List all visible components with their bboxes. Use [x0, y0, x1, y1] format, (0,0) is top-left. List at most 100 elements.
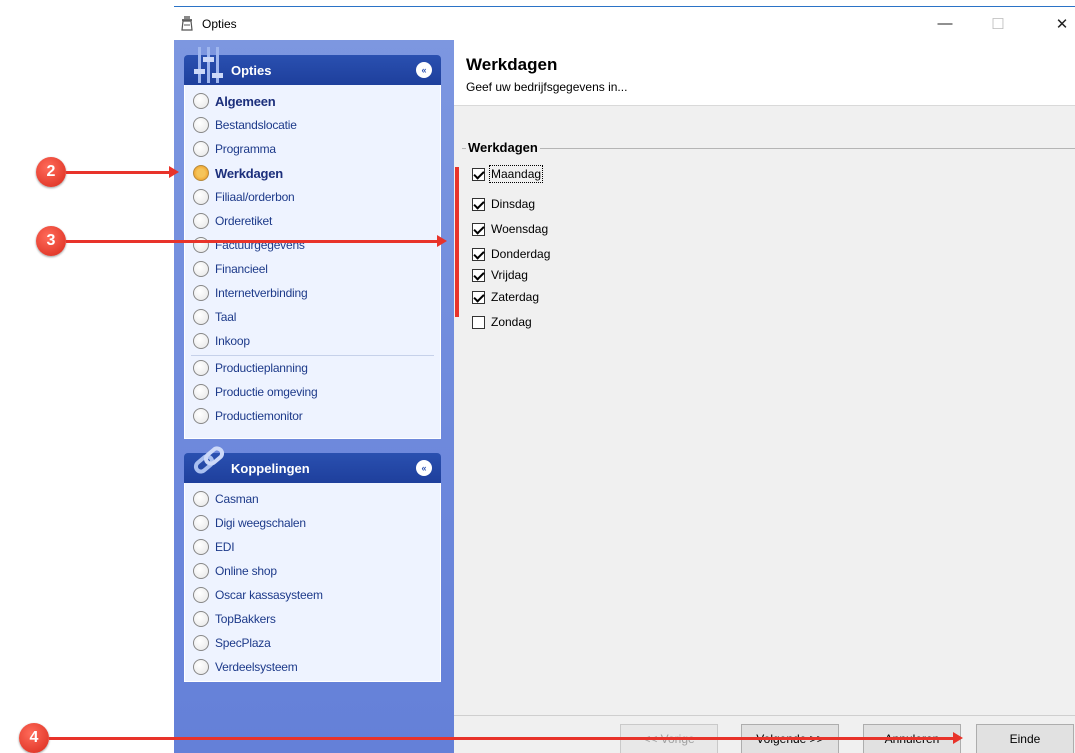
group-divider [462, 148, 1075, 149]
page-header: Werkdagen Geef uw bedrijfsgegevens in... [454, 40, 1075, 106]
sidebar-item-filiaal-orderbon[interactable]: Filiaal/orderbon [185, 185, 440, 209]
sidebar-item-digi-weegschalen[interactable]: Digi weegschalen [185, 511, 440, 535]
sidebar-item-productie-omgeving[interactable]: Productie omgeving [185, 380, 440, 404]
sidebar-item-topbakkers[interactable]: TopBakkers [185, 607, 440, 631]
sidebar-item-label: Orderetiket [215, 214, 273, 228]
sidebar-item-internetverbinding[interactable]: Internetverbinding [185, 281, 440, 305]
sidebar-item-label: Productie omgeving [215, 385, 318, 399]
sidebar-item-algemeen[interactable]: Algemeen [185, 89, 440, 113]
checkbox-donderdag[interactable]: Donderdag [472, 246, 550, 262]
checkbox-box[interactable] [472, 197, 485, 211]
sidebar-item-label: Verdeelsysteem [215, 660, 298, 674]
checkbox-box[interactable] [472, 268, 485, 282]
radio-icon[interactable] [193, 93, 209, 109]
checkbox-dinsdag[interactable]: Dinsdag [472, 196, 535, 212]
maximize-button[interactable]: ☐ [975, 7, 1021, 40]
minimize-button[interactable]: — [922, 7, 968, 40]
radio-icon[interactable] [193, 360, 209, 376]
sidebar-item-inkoop[interactable]: Inkoop [185, 329, 440, 353]
annotation-arrow-3 [66, 235, 447, 247]
workdays-group: Werkdagen Maandag Dinsdag Woensdag Donderda… [462, 140, 1075, 340]
annotation-bracket [455, 167, 459, 317]
radio-icon[interactable] [193, 141, 209, 157]
sidebar-item-label: Financieel [215, 262, 268, 276]
content-area: Werkdagen Geef uw bedrijfsgegevens in...… [454, 40, 1075, 753]
sliders-icon [194, 47, 223, 83]
radio-icon[interactable] [193, 539, 209, 555]
checkbox-box[interactable] [472, 290, 485, 304]
sidebar-item-productieplanning[interactable]: Productieplanning [185, 356, 440, 380]
checkbox-label: Maandag [488, 165, 544, 183]
radio-icon[interactable] [193, 285, 209, 301]
sidebar-item-label: Taal [215, 310, 237, 324]
radio-icon[interactable] [193, 408, 209, 424]
options-window: Opties — ☐ ✕ Opties « Algemeen Bestandslo… [174, 6, 1075, 753]
radio-icon[interactable] [193, 384, 209, 400]
sidebar-item-label: Productieplanning [215, 361, 308, 375]
sidebar-item-label: Oscar kassasysteem [215, 588, 323, 602]
collapse-icon[interactable]: « [416, 62, 432, 78]
sidebar-item-specplaza[interactable]: SpecPlaza [185, 631, 440, 655]
sidebar-item-werkdagen[interactable]: Werkdagen [185, 161, 440, 185]
radio-icon[interactable] [193, 587, 209, 603]
checkbox-label: Woensdag [491, 222, 549, 236]
radio-icon[interactable] [193, 333, 209, 349]
radio-icon[interactable] [193, 189, 209, 205]
links-panel-header[interactable]: Koppelingen « [184, 446, 441, 483]
annotation-marker-3: 3 [36, 226, 66, 256]
checkbox-zaterdag[interactable]: Zaterdag [472, 289, 539, 305]
sidebar-item-label: EDI [215, 540, 235, 554]
collapse-icon[interactable]: « [416, 460, 432, 476]
sidebar-item-financieel[interactable]: Financieel [185, 257, 440, 281]
checkbox-box[interactable] [472, 247, 485, 261]
button-bar: << Vorige Volgende >> Annuleren Einde [454, 715, 1075, 753]
checkbox-box[interactable] [472, 222, 485, 236]
checkbox-maandag[interactable]: Maandag [472, 165, 544, 183]
close-button[interactable]: ✕ [1039, 7, 1075, 40]
links-panel: Koppelingen « Casman Digi weegschalen EDI O… [184, 446, 441, 682]
sidebar-item-factuurgegevens[interactable]: Factuurgegevens [185, 233, 440, 257]
checkbox-zondag[interactable]: Zondag [472, 314, 532, 330]
sidebar-item-label: Digi weegschalen [215, 516, 306, 530]
sidebar-item-online-shop[interactable]: Online shop [185, 559, 440, 583]
options-panel: Opties « Algemeen Bestandslocatie Programm… [184, 47, 441, 439]
options-panel-header[interactable]: Opties « [184, 47, 441, 85]
radio-icon[interactable] [193, 491, 209, 507]
radio-icon[interactable] [193, 659, 209, 675]
radio-icon[interactable] [193, 117, 209, 133]
sidebar-item-label: Algemeen [215, 93, 276, 109]
sidebar-item-label: SpecPlaza [215, 636, 271, 650]
checkbox-box[interactable] [472, 315, 485, 329]
annotation-marker-2: 2 [36, 157, 66, 187]
sidebar-item-label: Productiemonitor [215, 409, 303, 423]
sidebar-item-orderetiket[interactable]: Orderetiket [185, 209, 440, 233]
radio-icon[interactable] [193, 611, 209, 627]
window-title: Opties [202, 17, 237, 31]
sidebar-item-casman[interactable]: Casman [185, 487, 440, 511]
sidebar-item-edi[interactable]: EDI [185, 535, 440, 559]
radio-icon[interactable] [193, 261, 209, 277]
sidebar-item-verdeelsysteem[interactable]: Verdeelsysteem [185, 655, 440, 679]
sidebar-item-productiemonitor[interactable]: Productiemonitor [185, 404, 440, 428]
radio-icon[interactable] [193, 635, 209, 651]
sidebar-item-oscar-kassasysteem[interactable]: Oscar kassasysteem [185, 583, 440, 607]
links-list: Casman Digi weegschalen EDI Online shop Osca… [184, 483, 441, 682]
radio-icon[interactable] [193, 563, 209, 579]
app-icon [181, 16, 193, 31]
radio-icon[interactable] [193, 165, 209, 181]
checkbox-label: Dinsdag [491, 197, 536, 211]
sidebar-item-bestandslocatie[interactable]: Bestandslocatie [185, 113, 440, 137]
radio-icon[interactable] [193, 213, 209, 229]
sidebar-item-taal[interactable]: Taal [185, 305, 440, 329]
checkbox-vrijdag[interactable]: Vrijdag [472, 267, 528, 283]
checkbox-woensdag[interactable]: Woensdag [472, 221, 548, 237]
options-list: Algemeen Bestandslocatie Programma Werkdage… [184, 85, 441, 439]
radio-icon[interactable] [193, 515, 209, 531]
checkbox-label: Zaterdag [491, 290, 540, 304]
checkbox-box[interactable] [472, 167, 485, 181]
sidebar-item-label: Casman [215, 492, 259, 506]
sidebar-item-programma[interactable]: Programma [185, 137, 440, 161]
checkbox-label: Vrijdag [491, 268, 528, 282]
finish-button[interactable]: Einde [976, 724, 1074, 753]
radio-icon[interactable] [193, 309, 209, 325]
